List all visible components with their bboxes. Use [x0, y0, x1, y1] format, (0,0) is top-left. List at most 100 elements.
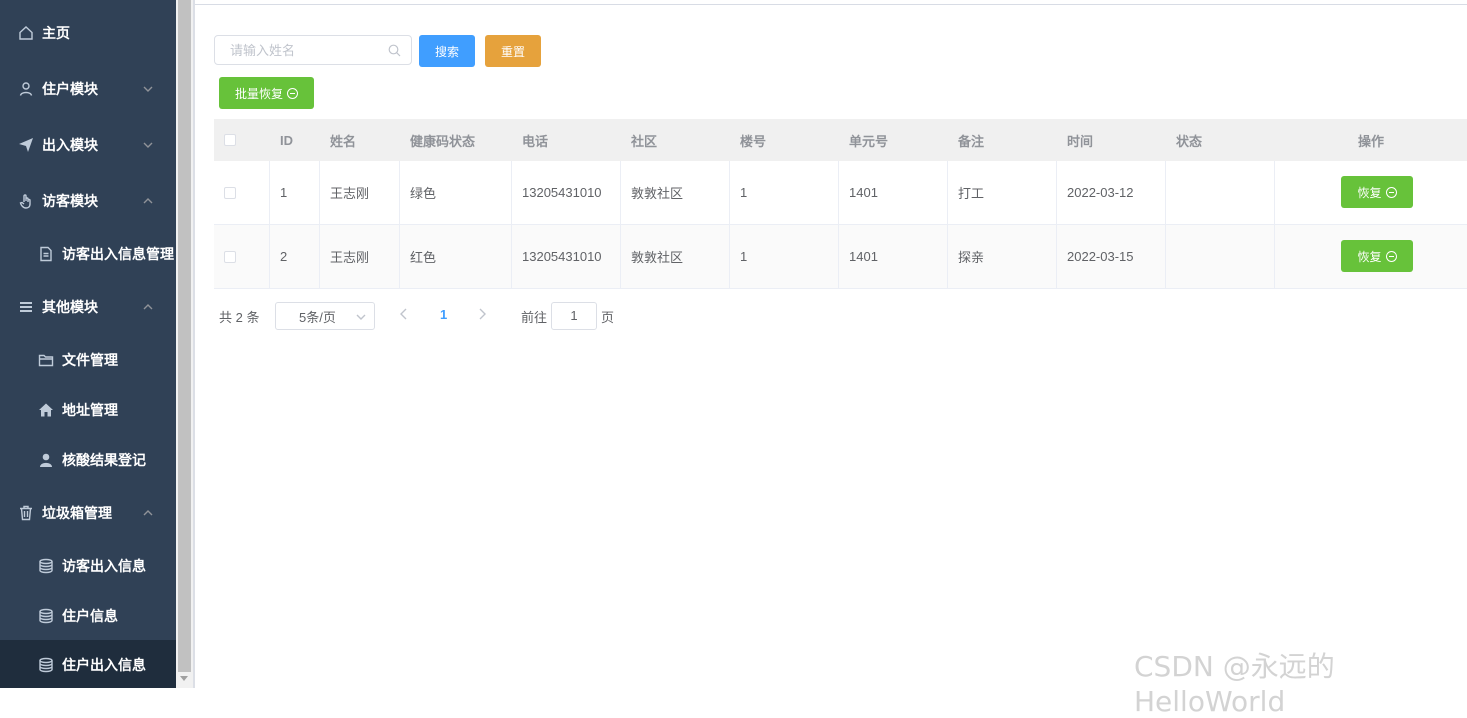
- column-header: 操作: [1357, 133, 1384, 149]
- column-header: ID: [280, 132, 293, 148]
- chevron-down-icon: [356, 314, 366, 320]
- sidebar-item-label: 其他模块: [42, 299, 98, 315]
- next-page-icon[interactable]: [477, 308, 487, 320]
- cell-phone: 13205431010: [512, 225, 621, 288]
- cell-building: 1: [730, 161, 839, 224]
- cell-community: 敦敦社区: [621, 161, 730, 224]
- cell-unit: 1401: [839, 161, 948, 224]
- current-page[interactable]: 1: [440, 307, 447, 322]
- sidebar-item-label: 住户模块: [42, 81, 98, 97]
- cell-status: [1166, 225, 1275, 288]
- scrollbar-thumb[interactable]: [178, 0, 191, 672]
- reset-button-label: 重置: [500, 44, 525, 59]
- search-icon[interactable]: [388, 44, 401, 57]
- sidebar-item-label: 住户出入信息: [62, 657, 146, 673]
- table-row: 1 王志刚 绿色 13205431010 敦敦社区 1 1401 打工 2022…: [214, 161, 1467, 225]
- search-button-label: 搜索: [434, 44, 459, 59]
- pagination: 共 2 条 5条/页 1 前往 1 页: [219, 301, 719, 330]
- cell-health-code: 红色: [400, 225, 512, 288]
- user-icon: [17, 80, 35, 98]
- sidebar-item-nucleic-test[interactable]: 核酸结果登记: [0, 441, 176, 479]
- database-icon: [37, 557, 55, 575]
- chevron-up-icon: [142, 300, 156, 314]
- column-header: 状态: [1176, 133, 1203, 149]
- cell-note: 探亲: [948, 225, 1057, 288]
- table-row: 2 王志刚 红色 13205431010 敦敦社区 1 1401 探亲 2022…: [214, 225, 1467, 289]
- page-size-select[interactable]: 5条/页: [275, 302, 375, 330]
- cell-time: 2022-03-12: [1057, 161, 1166, 224]
- column-header: 健康码状态: [410, 133, 476, 149]
- batch-restore-label: 批量恢复: [234, 86, 283, 101]
- database-icon: [37, 607, 55, 625]
- sidebar-item-address[interactable]: 地址管理: [0, 391, 176, 429]
- database-icon: [37, 656, 55, 674]
- goto-suffix: 页: [601, 310, 615, 325]
- sidebar-item-label: 主页: [42, 25, 70, 41]
- row-checkbox[interactable]: [224, 186, 236, 199]
- sidebar-item-label: 访客出入信息: [62, 558, 146, 574]
- search-box: [214, 35, 412, 65]
- cell-community: 敦敦社区: [621, 225, 730, 288]
- search-button[interactable]: 搜索: [419, 35, 475, 67]
- cell-id: 2: [270, 225, 320, 288]
- row-checkbox[interactable]: [224, 250, 236, 263]
- pagination-total: 共 2 条: [219, 310, 260, 325]
- restore-button[interactable]: 恢复: [1341, 240, 1413, 272]
- sidebar-item-files[interactable]: 文件管理: [0, 341, 176, 379]
- sidebar-item-label: 访客模块: [42, 193, 98, 209]
- sidebar-item-trash[interactable]: 垃圾箱管理: [0, 494, 176, 532]
- header-divider: [195, 4, 1467, 5]
- sidebar-item-label: 核酸结果登记: [62, 452, 146, 468]
- cell-name: 王志刚: [320, 225, 400, 288]
- sidebar-item-residents[interactable]: 住户模块: [0, 70, 176, 108]
- folder-icon: [37, 351, 55, 369]
- cell-building: 1: [730, 225, 839, 288]
- house-icon: [37, 401, 55, 419]
- sidebar-item-label: 住户信息: [62, 608, 118, 624]
- column-header: 时间: [1067, 133, 1094, 149]
- hand-icon: [17, 192, 35, 210]
- sidebar-item-access[interactable]: 出入模块: [0, 126, 176, 164]
- menu-icon: [17, 298, 35, 316]
- cell-note: 打工: [948, 161, 1057, 224]
- person-stamp-icon: [37, 451, 55, 469]
- scroll-down-arrow-icon[interactable]: [180, 676, 188, 681]
- cell-name: 王志刚: [320, 161, 400, 224]
- sidebar-item-home[interactable]: 主页: [0, 14, 176, 52]
- sidebar-item-resident-info[interactable]: 住户信息: [0, 597, 176, 635]
- column-header: 姓名: [330, 133, 357, 149]
- sidebar-item-visitor-access-info[interactable]: 访客出入信息: [0, 547, 176, 585]
- table-header: ID 姓名 健康码状态 电话 社区 楼号 单元号 备注 时间 状态 操作: [214, 119, 1467, 162]
- minus-circle-icon: [1385, 250, 1397, 262]
- chevron-down-icon: [142, 82, 156, 96]
- sidebar-item-visitors[interactable]: 访客模块: [0, 182, 176, 220]
- watermark: CSDN @永远的HelloWorld: [1134, 650, 1335, 718]
- document-icon: [37, 245, 55, 263]
- search-input[interactable]: [215, 36, 390, 64]
- cell-time: 2022-03-15: [1057, 225, 1166, 288]
- sidebar-item-label: 地址管理: [62, 402, 118, 418]
- sidebar-scrollbar[interactable]: [176, 0, 193, 688]
- goto-page-input[interactable]: 1: [551, 302, 597, 330]
- column-header: 楼号: [740, 133, 767, 149]
- cell-phone: 13205431010: [512, 161, 621, 224]
- restore-button[interactable]: 恢复: [1341, 176, 1413, 208]
- cell-id: 1: [270, 161, 320, 224]
- select-all-checkbox[interactable]: [224, 134, 236, 146]
- sidebar-item-other[interactable]: 其他模块: [0, 288, 176, 326]
- trash-icon: [17, 504, 35, 522]
- send-icon: [17, 136, 35, 154]
- column-header: 单元号: [849, 133, 889, 149]
- minus-circle-icon: [1385, 186, 1397, 198]
- chevron-up-icon: [142, 506, 156, 520]
- sidebar-item-visitor-access-management[interactable]: 访客出入信息管理: [0, 235, 176, 273]
- batch-restore-button[interactable]: 批量恢复: [219, 77, 314, 109]
- home-icon: [17, 24, 35, 42]
- reset-button[interactable]: 重置: [485, 35, 541, 67]
- column-header: 社区: [631, 133, 658, 149]
- page-size-value: 5条/页: [299, 309, 336, 325]
- sidebar-item-resident-access-info[interactable]: 住户出入信息: [0, 640, 176, 688]
- prev-page-icon[interactable]: [399, 308, 409, 320]
- column-header: 备注: [958, 133, 985, 149]
- goto-label: 前往: [521, 310, 548, 325]
